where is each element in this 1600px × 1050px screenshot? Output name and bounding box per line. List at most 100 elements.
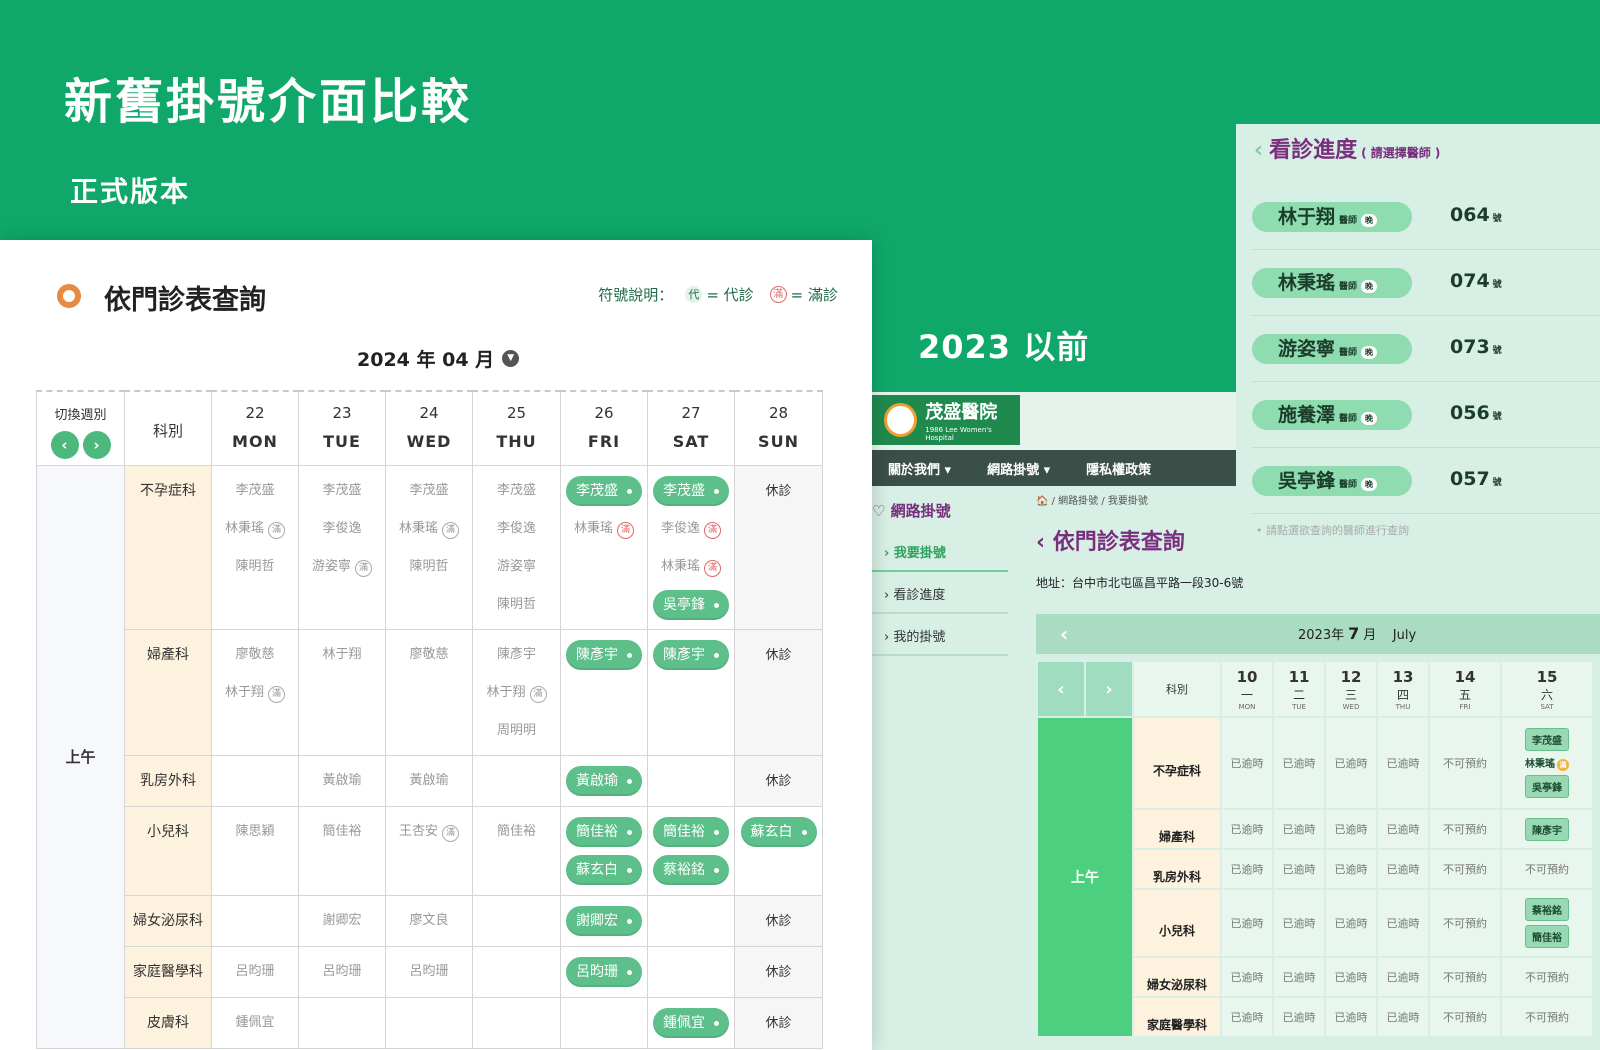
progress-row[interactable]: 林秉瑤 醫師晚 074 號 — [1252, 250, 1600, 316]
sidebar-item-progress[interactable]: › 看診進度 — [872, 574, 1008, 614]
evening-badge: 晚 — [1361, 412, 1378, 425]
old-doctor-button[interactable]: 簡佳裕 — [1525, 925, 1569, 948]
progress-row[interactable]: 施養澤 醫師晚 056 號 — [1252, 382, 1600, 448]
progress-row[interactable]: 游姿寧 醫師晚 073 號 — [1252, 316, 1600, 382]
doctor-pill-button[interactable]: 吳亭鋒 — [653, 589, 729, 620]
doctor-pill-button[interactable]: 李茂盛 — [653, 475, 729, 506]
doctor-pill-button[interactable]: 蔡裕銘 — [653, 854, 729, 885]
doctor-pill[interactable]: 吳亭鋒 醫師晚 — [1252, 466, 1412, 496]
back-chevron-icon[interactable]: ‹ — [1254, 138, 1263, 163]
hospital-logo[interactable]: 茂盛醫院 1986 Lee Women's Hospital — [872, 395, 1020, 445]
old-sidebar: ♡ 網路掛號 › 我要掛號 › 看診進度 › 我的掛號 — [872, 486, 1012, 706]
doctor-name: 王杏安滿 — [386, 817, 472, 855]
doctor-name: 廖敬慈 — [409, 646, 449, 662]
nav-about[interactable]: 關於我們 ▾ — [888, 459, 951, 478]
unavailable-text: 不可預約 — [1525, 1011, 1569, 1024]
old-period-cell: 上午 — [1036, 716, 1134, 1038]
doctor-pill[interactable]: 施養澤 醫師晚 — [1252, 400, 1412, 430]
schedule-cell: 陳彥宇 — [647, 628, 735, 756]
past-cell: 已逾時 — [1220, 848, 1274, 890]
doctor-pill-button[interactable]: 蘇玄白 — [740, 816, 817, 847]
progress-row[interactable]: 林于翔 醫師晚 064 號 — [1252, 184, 1600, 250]
dept-cell: 婦產科 — [124, 628, 212, 756]
next-week-button[interactable]: › — [82, 431, 111, 459]
schedule-cell — [647, 754, 735, 807]
hospital-address: 地址：台中市北屯區昌平路一段30-6號 — [1036, 576, 1244, 590]
doctor-pill[interactable]: 林秉瑤 醫師晚 — [1252, 268, 1412, 298]
doctor-pill[interactable]: 游姿寧 醫師晚 — [1252, 334, 1412, 364]
doctor-name: 陳明哲 — [409, 558, 449, 574]
old-next-week-button[interactable]: › — [1084, 660, 1134, 718]
old-doctor-button[interactable]: 吳亭鋒 — [1525, 775, 1569, 798]
past-cell: 已逾時 — [1376, 848, 1430, 890]
doctor-pill-button[interactable]: 謝卿宏 — [566, 905, 642, 936]
day-weekday: TUE — [323, 432, 361, 451]
unavailable-cell: 不可預約 — [1428, 808, 1502, 850]
progress-row[interactable]: 吳亭鋒 醫師晚 057 號 — [1252, 448, 1600, 514]
unavailable-cell: 不可預約 — [1428, 848, 1502, 890]
old-prev-week-button[interactable]: ‹ — [1036, 660, 1086, 718]
sidebar-item-my-reg[interactable]: › 我的掛號 — [872, 616, 1008, 656]
day-number: 15 — [1536, 667, 1558, 686]
nav-privacy[interactable]: 隱私權政策 — [1086, 459, 1151, 478]
day-number: 13 — [1392, 667, 1414, 686]
doctor-name: 李茂盛 — [322, 482, 362, 498]
evening-badge: 晚 — [1361, 346, 1378, 359]
dept-cell: 乳房外科 — [124, 754, 212, 807]
doctor-pill-button[interactable]: 陳彥宇 — [566, 639, 642, 670]
doctor-pill-button[interactable]: 簡佳裕 — [653, 816, 729, 847]
day-number: 28 — [768, 404, 789, 422]
dept-cell: 婦女泌尿科 — [124, 894, 212, 947]
day-chinese: 六 — [1540, 687, 1553, 702]
old-logo-bar: 茂盛醫院 1986 Lee Women's Hospital — [872, 392, 1236, 450]
doctor-pill-button[interactable]: 鍾佩宜 — [653, 1007, 729, 1038]
past-cell: 已逾時 — [1376, 956, 1430, 998]
evening-badge: 晚 — [1361, 214, 1378, 227]
old-dept-header: 科別 — [1132, 660, 1222, 718]
full-icon: 滿 — [268, 685, 285, 703]
doctor-name: 黃啟瑜 — [409, 772, 449, 788]
past-cell: 已逾時 — [1324, 808, 1378, 850]
doctor-title: 醫師 — [1339, 414, 1358, 424]
doctor-name: 吳亭鋒 — [1278, 470, 1336, 492]
old-dept-cell: 婦產科 — [1132, 808, 1222, 850]
schedule-cell: 李茂盛 李俊逸 游姿寧滿 — [298, 464, 386, 630]
doctor-pill[interactable]: 林于翔 醫師晚 — [1252, 202, 1412, 232]
doctor-pill-button[interactable]: 簡佳裕 — [566, 816, 642, 847]
sidebar-item-register[interactable]: › 我要掛號 — [872, 532, 1008, 572]
doctor-pill-button[interactable]: 蘇玄白 — [566, 854, 642, 885]
month-selector[interactable]: 2024 年 04 月 ▼ — [357, 345, 520, 372]
nav-register[interactable]: 網路掛號 ▾ — [987, 459, 1050, 478]
day-header: 28 SUN — [734, 390, 823, 466]
doctor-pill-button[interactable]: 呂昀珊 — [566, 956, 642, 987]
doctor-title: 醫師 — [1339, 216, 1358, 226]
doctor-name: 黃啟瑜 — [322, 772, 362, 788]
sidebar-heading: ♡ 網路掛號 — [872, 502, 951, 520]
old-day-header: 14 五 FRI — [1428, 660, 1502, 718]
unavailable-cell: 不可預約 — [1428, 716, 1502, 810]
old-doctor-button[interactable]: 陳彥宇 — [1525, 817, 1569, 841]
hospital-logo-icon — [884, 403, 918, 437]
doctor-title: 醫師 — [1339, 282, 1358, 292]
day-number: 12 — [1340, 667, 1362, 686]
schedule-cell: 陳彥宇 林于翔滿周明明 — [472, 628, 561, 756]
doctor-name: 廖文良 — [409, 912, 449, 928]
symbol-legend: 符號說明： 代 = 代診 滿 = 滿診 — [598, 284, 838, 305]
doctor-pill-button[interactable]: 黃啟瑜 — [566, 765, 642, 796]
old-doctor-button[interactable]: 蔡裕銘 — [1525, 898, 1569, 921]
doctor-pill-button[interactable]: 李茂盛 — [566, 475, 642, 506]
hero-title: 新舊掛號介面比較 — [64, 74, 473, 130]
schedule-cell: 李茂盛 林秉瑤滿 — [560, 464, 648, 630]
doctor-name: 陳彥宇 — [496, 646, 536, 662]
progress-title: ‹ 看診進度( 請選擇醫師 ) — [1254, 138, 1441, 163]
unavailable-cell: 不可預約 — [1428, 996, 1502, 1038]
doctor-pill-button[interactable]: 陳彥宇 — [653, 639, 729, 670]
old-doctor-button[interactable]: 李茂盛 — [1525, 728, 1569, 751]
doctor-name: 簡佳裕 — [496, 823, 536, 839]
number-suffix: 號 — [1492, 214, 1502, 224]
unavailable-text: 不可預約 — [1525, 863, 1569, 876]
full-icon: 滿 — [617, 521, 634, 539]
evening-badge: 晚 — [1361, 478, 1378, 491]
prev-week-button[interactable]: ‹ — [50, 431, 79, 459]
prev-month-icon[interactable]: ‹ — [1060, 622, 1068, 646]
